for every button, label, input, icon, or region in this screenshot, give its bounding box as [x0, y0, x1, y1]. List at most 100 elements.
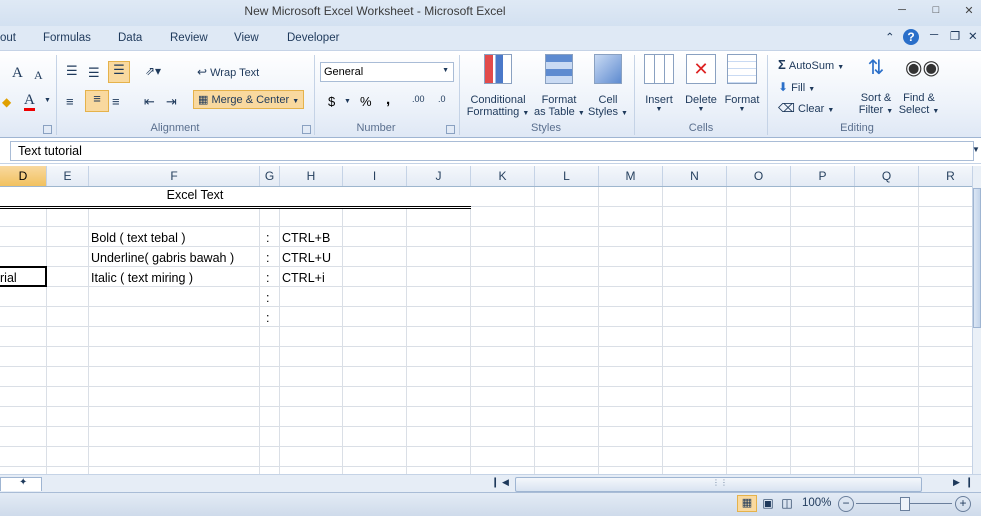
maximize-icon[interactable]: □ — [925, 4, 947, 20]
cell-underline-label[interactable]: Underline( gabris bawah ) — [91, 251, 234, 265]
grow-font-button[interactable]: A — [12, 65, 23, 82]
wrap-text-button[interactable]: ↩ Wrap Text — [197, 65, 259, 79]
format-as-table-button[interactable]: Format as Table ▼ — [534, 54, 585, 118]
column-header-p[interactable]: P — [791, 166, 855, 186]
number-launcher-icon[interactable] — [446, 125, 455, 134]
gridline — [406, 187, 407, 474]
cell-underline-shortcut[interactable]: CTRL+U — [282, 251, 331, 265]
zoom-in-icon[interactable]: + — [955, 496, 971, 512]
cell-colon[interactable]: : — [266, 291, 269, 305]
column-header-d[interactable]: D — [0, 166, 47, 186]
page-layout-view-icon[interactable]: ▣ — [759, 496, 777, 510]
currency-dropdown-icon[interactable]: ▼ — [344, 98, 351, 105]
gridline — [0, 406, 972, 407]
column-header-g[interactable]: G — [260, 166, 280, 186]
tab-data[interactable]: Data — [118, 32, 142, 44]
align-bottom-icon[interactable]: ☰ — [108, 61, 130, 83]
align-right-icon[interactable]: ≡ — [112, 94, 120, 109]
tab-developer[interactable]: Developer — [287, 32, 339, 44]
scroll-left-icon[interactable]: ◀ — [502, 477, 509, 488]
page-break-view-icon[interactable]: ◫ — [778, 496, 796, 510]
doc-minimize-icon[interactable]: ─ — [930, 29, 938, 41]
fill-color-icon[interactable]: ◆ — [2, 95, 11, 109]
column-header-k[interactable]: K — [471, 166, 535, 186]
help-icon[interactable]: ? — [903, 29, 919, 45]
vertical-scroll-thumb[interactable] — [973, 188, 981, 328]
doc-restore-icon[interactable]: ❐ — [950, 29, 960, 43]
shrink-font-button[interactable]: A — [34, 68, 43, 83]
minimize-icon[interactable]: ─ — [891, 4, 913, 20]
cell-styles-button[interactable]: Cell Styles ▼ — [588, 54, 628, 118]
ribbon-tabs: out Formulas Data Review View Developer … — [0, 26, 981, 50]
tab-split-handle[interactable]: ❙ — [491, 477, 499, 488]
collapse-ribbon-icon[interactable]: ⌃ — [885, 30, 895, 44]
fill-button[interactable]: ⬇ Fill ▼ — [778, 80, 815, 94]
column-header-o[interactable]: O — [727, 166, 791, 186]
expand-formula-bar-icon[interactable]: ▼ — [972, 145, 980, 154]
decrease-decimal-button[interactable]: .0 — [438, 94, 446, 104]
merge-center-button[interactable]: ▦ Merge & Center ▼ — [193, 90, 305, 109]
clear-button[interactable]: ⌫ Clear ▼ — [778, 101, 834, 115]
cell-colon[interactable]: : — [266, 311, 269, 325]
column-header-j[interactable]: J — [407, 166, 471, 186]
align-center-icon[interactable]: ≡ — [85, 90, 109, 112]
cell-colon[interactable]: : — [266, 271, 269, 285]
close-icon[interactable]: ✕ — [958, 4, 980, 20]
zoom-out-icon[interactable]: − — [838, 496, 854, 512]
column-header-n[interactable]: N — [663, 166, 727, 186]
align-left-icon[interactable]: ≡ — [66, 94, 74, 109]
insert-sheet-tab[interactable]: ✦ — [0, 477, 42, 491]
vertical-scrollbar[interactable] — [972, 166, 981, 474]
decrease-indent-icon[interactable]: ⇤ — [144, 94, 155, 110]
tab-review[interactable]: Review — [170, 32, 208, 44]
percent-button[interactable]: % — [360, 94, 372, 109]
cell-italic-shortcut[interactable]: CTRL+i — [282, 271, 325, 285]
cell-italic-label[interactable]: Italic ( text miring ) — [91, 271, 193, 285]
formula-input[interactable] — [10, 141, 974, 161]
font-color-button[interactable]: A — [24, 93, 35, 111]
tab-page-layout[interactable]: out — [0, 32, 16, 44]
comma-button[interactable]: , — [386, 91, 390, 108]
cell-bold-label[interactable]: Bold ( text tebal ) — [91, 231, 186, 245]
cell-colon[interactable]: : — [266, 231, 269, 245]
zoom-level[interactable]: 100% — [802, 497, 831, 509]
cell-colon[interactable]: : — [266, 251, 269, 265]
split-box-icon[interactable]: ❙ — [965, 477, 973, 488]
tab-formulas[interactable]: Formulas — [43, 32, 91, 44]
horizontal-scroll-thumb[interactable]: ⋮⋮ — [515, 477, 922, 492]
align-middle-icon[interactable]: ☰ — [88, 65, 100, 81]
orientation-icon[interactable]: ⇗▾ — [145, 64, 161, 78]
doc-close-icon[interactable]: ✕ — [968, 29, 978, 43]
column-header-h[interactable]: H — [280, 166, 343, 186]
font-launcher-icon[interactable] — [43, 125, 52, 134]
scroll-right-icon[interactable]: ▶ — [953, 477, 960, 488]
column-header-f[interactable]: F — [89, 166, 260, 186]
increase-decimal-button[interactable]: .00 — [412, 94, 425, 104]
column-header-q[interactable]: Q — [855, 166, 919, 186]
align-top-icon[interactable]: ☰ — [66, 63, 78, 79]
zoom-slider-thumb[interactable] — [900, 497, 910, 511]
insert-button[interactable]: Insert ▼ — [640, 54, 678, 113]
autosum-button[interactable]: Σ AutoSum ▼ — [778, 57, 844, 72]
number-format-select[interactable]: General ▼ — [320, 62, 454, 82]
column-header-m[interactable]: M — [599, 166, 663, 186]
font-color-dropdown-icon[interactable]: ▼ — [44, 97, 51, 104]
gridline — [0, 446, 972, 447]
normal-view-icon[interactable]: ▦ — [737, 495, 757, 512]
tab-view[interactable]: View — [234, 32, 259, 44]
alignment-launcher-icon[interactable] — [302, 125, 311, 134]
increase-indent-icon[interactable]: ⇥ — [166, 94, 177, 110]
worksheet-grid[interactable]: Excel Text Bold ( text tebal ) : CTRL+B … — [0, 187, 972, 474]
column-header-i[interactable]: I — [343, 166, 407, 186]
find-select-button[interactable]: ◉◉ Find & Select ▼ — [898, 54, 940, 116]
format-button[interactable]: Format ▼ — [722, 54, 762, 113]
cell-bold-shortcut[interactable]: CTRL+B — [282, 231, 330, 245]
currency-button[interactable]: $ — [328, 94, 335, 109]
column-header-l[interactable]: L — [535, 166, 599, 186]
delete-button[interactable]: ✕ Delete ▼ — [682, 54, 720, 113]
sort-filter-button[interactable]: ⇅ Sort & Filter ▼ — [856, 54, 896, 116]
format-cells-icon — [727, 54, 757, 84]
conditional-formatting-button[interactable]: Conditional Formatting ▼ — [466, 54, 530, 118]
separator — [56, 55, 57, 135]
column-header-e[interactable]: E — [47, 166, 89, 186]
